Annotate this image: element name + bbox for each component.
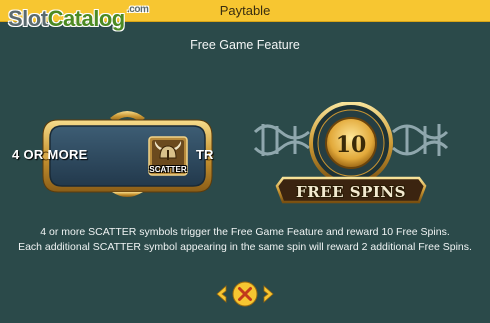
watermark-catalog: Catalog (47, 6, 126, 31)
free-spins-count: 10 (335, 132, 367, 158)
feature-description-line-2: Each additional SCATTER symbol appearing… (18, 241, 472, 253)
section-title: Free Game Feature (190, 38, 300, 52)
watermark-slot: Slot (8, 6, 48, 31)
scatter-symbol-label: SCATTER (149, 165, 187, 174)
free-spins-label: FREE SPINS (296, 183, 406, 201)
watermark-logo: SlotCatalog .com (8, 4, 149, 42)
paytable-navigation (216, 281, 274, 307)
plaque-text: 4 OR MORE (12, 147, 88, 162)
chevron-right-icon[interactable] (263, 285, 274, 303)
chevron-left-icon[interactable] (216, 285, 227, 303)
feature-description-line-1: 4 or more SCATTER symbols trigger the Fr… (40, 226, 450, 238)
plaque-text-tail: TR (196, 147, 214, 162)
close-icon[interactable] (232, 281, 258, 307)
watermark-suffix: .com (127, 4, 149, 15)
